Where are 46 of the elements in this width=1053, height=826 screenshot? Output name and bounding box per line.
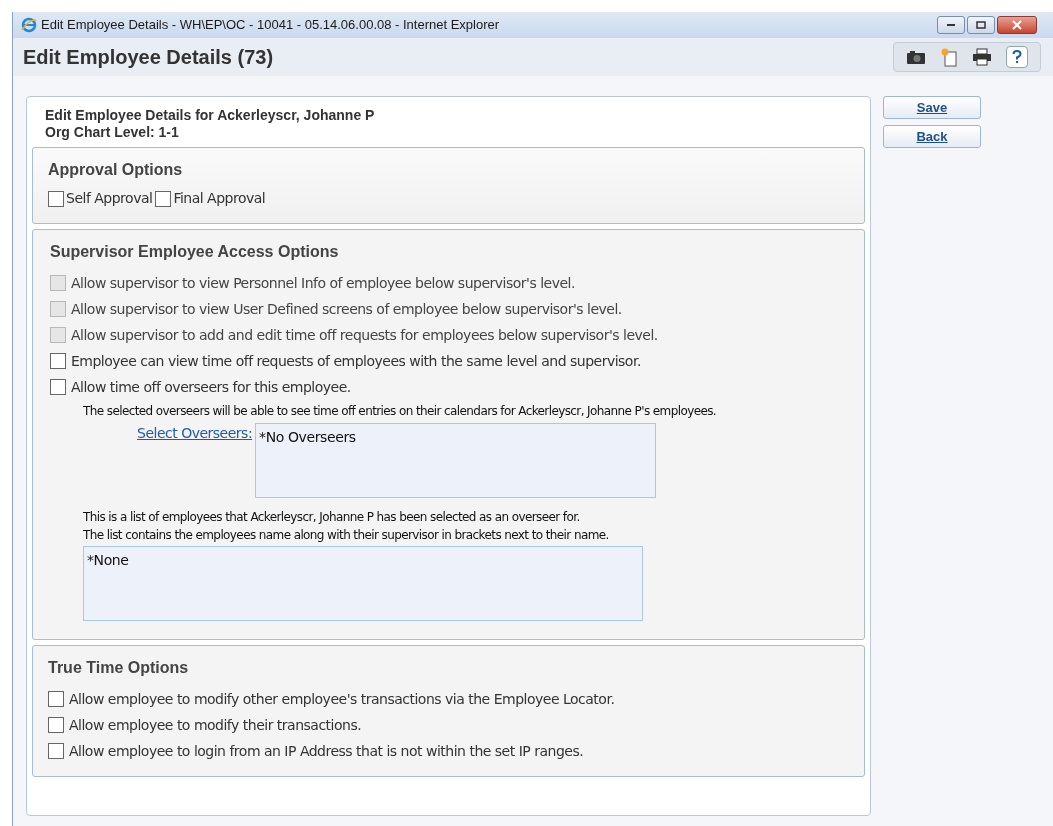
checkbox-label: Employee can view time off requests of employees with the same level and supervisor. [71,351,641,371]
org-chart-level: Org Chart Level: 1-1 [45,124,180,141]
action-button[interactable]: Save [883,96,981,119]
page-title: Edit Employee Details (73) [23,45,274,70]
overseen-list[interactable]: *None [83,546,643,621]
list-item[interactable]: *No Overseers [259,427,356,448]
camera-icon[interactable] [906,49,926,65]
action-button[interactable]: Back [883,125,981,148]
info-text: This is a list of employees that Ackerleyscr, Johanne P has been selected as an overseer for. [83,509,580,526]
checkbox-label: Allow employee to modify their transactions. [69,715,362,735]
overseer-note: The selected overseers will be able to see time off entries on their calendars for Ackerleyscr, Johanne P's employees. [83,403,717,420]
checkbox-label: Allow employee to modify other employee's transactions via the Employee Locator. [69,689,615,709]
section-title: Supervisor Employee Access Options [50,242,340,262]
checkbox-label: Self Approval [66,189,153,208]
select-overseers-link[interactable]: Select Overseers: [137,423,253,444]
minimize-icon [946,23,956,27]
section-title: Approval Options [48,160,184,180]
checkbox[interactable] [50,353,66,369]
section-title: True Time Options [48,658,190,678]
browser-logo-icon [21,17,37,33]
window-title: Edit Employee Details - WH\EP\OC - 10041 - 05.14.06.00.08 - Internet Explorer [41,16,500,35]
maximize-icon [976,21,986,29]
checkbox[interactable] [48,691,64,707]
heading: Edit Employee Details for Ackerleyscr, Johanne P [45,107,376,124]
checkbox-label: Allow supervisor to view User Defined screens of employee below supervisor's level. [71,299,622,319]
checkbox-label: Allow time off overseers for this employee. [71,377,351,397]
checkbox-label: Allow supervisor to add and edit time off requests for employees below supervisor's level. [71,325,658,345]
info-text: The list contains the employees name along with their supervisor in brackets next to their name. [83,527,609,544]
checkbox-label: Final Approval [173,189,266,208]
checkbox[interactable] [48,190,64,207]
checkbox-label: Allow supervisor to view Personnel Info of employee below supervisor's level. [71,273,575,293]
copy-page-icon[interactable] [940,47,958,67]
overseers-list[interactable]: *No Overseers [255,423,657,498]
close-icon [1012,20,1022,30]
minimize-button[interactable] [937,16,965,34]
checkbox-label: Allow employee to login from an IP Address that is not within the set IP ranges. [69,741,584,761]
help-button[interactable] [1006,46,1028,68]
print-icon[interactable] [972,48,992,66]
help-icon [1012,50,1022,64]
close-button[interactable] [997,16,1037,34]
checkbox[interactable] [50,379,66,395]
list-item[interactable]: *None [87,550,129,571]
checkbox[interactable] [48,743,64,759]
maximize-button[interactable] [967,16,995,34]
checkbox[interactable] [155,190,172,207]
checkbox[interactable] [48,717,64,733]
